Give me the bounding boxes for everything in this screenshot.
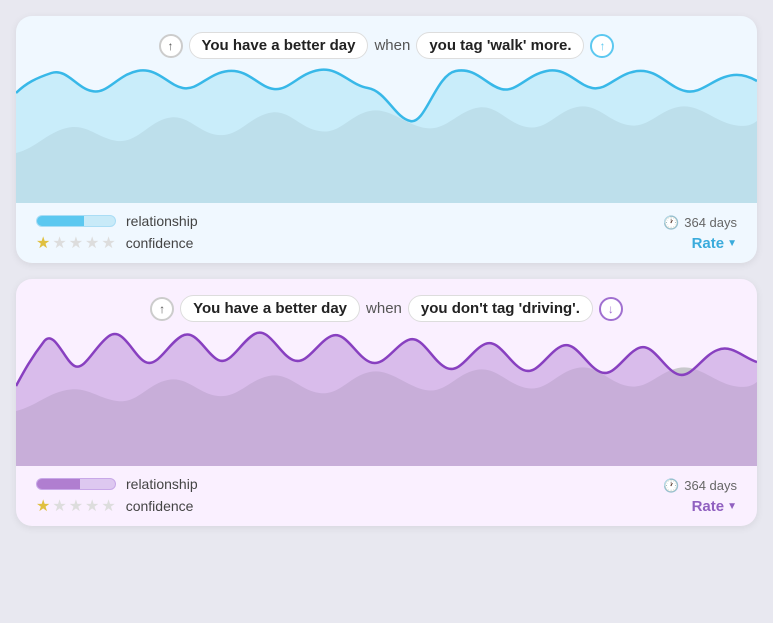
- rate-label-purple: Rate: [692, 498, 725, 515]
- rate-label-blue: Rate: [692, 235, 725, 252]
- days-text-blue: 364 days: [684, 215, 737, 230]
- relationship-bar-purple: [36, 478, 116, 490]
- tag-label-purple: you don't tag 'driving'.: [408, 295, 593, 322]
- star-4-blue: ★: [85, 233, 99, 253]
- star-5-purple: ★: [101, 496, 115, 516]
- confidence-row-blue: ★ ★ ★ ★ ★ confidence: [36, 233, 198, 253]
- days-label-purple: 🕐 364 days: [663, 478, 737, 494]
- rate-button-blue[interactable]: Rate ▼: [692, 235, 737, 252]
- card-header-blue: ↑ You have a better day when you tag 'wa…: [16, 16, 757, 63]
- confidence-row-purple: ★ ★ ★ ★ ★ confidence: [36, 496, 198, 516]
- when-text-blue: when: [374, 37, 410, 54]
- star-2-blue: ★: [52, 233, 66, 253]
- arrow-down-right-purple: ↓: [599, 297, 623, 321]
- insight-pill-blue: ↑ You have a better day when you tag 'wa…: [159, 32, 615, 59]
- star-3-blue: ★: [69, 233, 83, 253]
- relationship-label-purple: relationship: [126, 476, 198, 492]
- arrow-up-left-purple: ↑: [150, 297, 174, 321]
- insight-card-blue: ↑ You have a better day when you tag 'wa…: [16, 16, 757, 263]
- insight-card-purple: ↑ You have a better day when you don't t…: [16, 279, 757, 526]
- footer-left-blue: relationship ★ ★ ★ ★ ★ confidence: [36, 213, 198, 253]
- tag-label-blue: you tag 'walk' more.: [416, 32, 584, 59]
- star-4-purple: ★: [85, 496, 99, 516]
- arrow-up-right-blue: ↑: [590, 34, 614, 58]
- chart-purple: [16, 326, 757, 466]
- days-text-purple: 364 days: [684, 478, 737, 493]
- star-1-purple: ★: [36, 496, 50, 516]
- star-5-blue: ★: [101, 233, 115, 253]
- insight-pill-purple: ↑ You have a better day when you don't t…: [150, 295, 623, 322]
- footer-right-purple: 🕐 364 days Rate ▼: [663, 478, 737, 515]
- card-header-purple: ↑ You have a better day when you don't t…: [16, 279, 757, 326]
- main-label-blue: You have a better day: [189, 32, 369, 59]
- card-footer-blue: relationship ★ ★ ★ ★ ★ confidence 🕐 364 …: [16, 203, 757, 263]
- relationship-bar-blue: [36, 215, 116, 227]
- rate-button-purple[interactable]: Rate ▼: [692, 498, 737, 515]
- chevron-down-blue: ▼: [727, 238, 737, 249]
- when-text-purple: when: [366, 300, 402, 317]
- star-2-purple: ★: [52, 496, 66, 516]
- footer-right-blue: 🕐 364 days Rate ▼: [663, 215, 737, 252]
- footer-left-purple: relationship ★ ★ ★ ★ ★ confidence: [36, 476, 198, 516]
- stars-purple: ★ ★ ★ ★ ★: [36, 496, 116, 516]
- relationship-row-blue: relationship: [36, 213, 198, 229]
- arrow-up-left-blue: ↑: [159, 34, 183, 58]
- clock-icon-blue: 🕐: [663, 215, 679, 231]
- stars-blue: ★ ★ ★ ★ ★: [36, 233, 116, 253]
- star-3-purple: ★: [69, 496, 83, 516]
- days-label-blue: 🕐 364 days: [663, 215, 737, 231]
- chevron-down-purple: ▼: [727, 501, 737, 512]
- relationship-row-purple: relationship: [36, 476, 198, 492]
- relationship-label-blue: relationship: [126, 213, 198, 229]
- confidence-label-purple: confidence: [126, 498, 194, 514]
- confidence-label-blue: confidence: [126, 235, 194, 251]
- main-label-purple: You have a better day: [180, 295, 360, 322]
- card-footer-purple: relationship ★ ★ ★ ★ ★ confidence 🕐 364 …: [16, 466, 757, 526]
- clock-icon-purple: 🕐: [663, 478, 679, 494]
- star-1-blue: ★: [36, 233, 50, 253]
- chart-blue: [16, 63, 757, 203]
